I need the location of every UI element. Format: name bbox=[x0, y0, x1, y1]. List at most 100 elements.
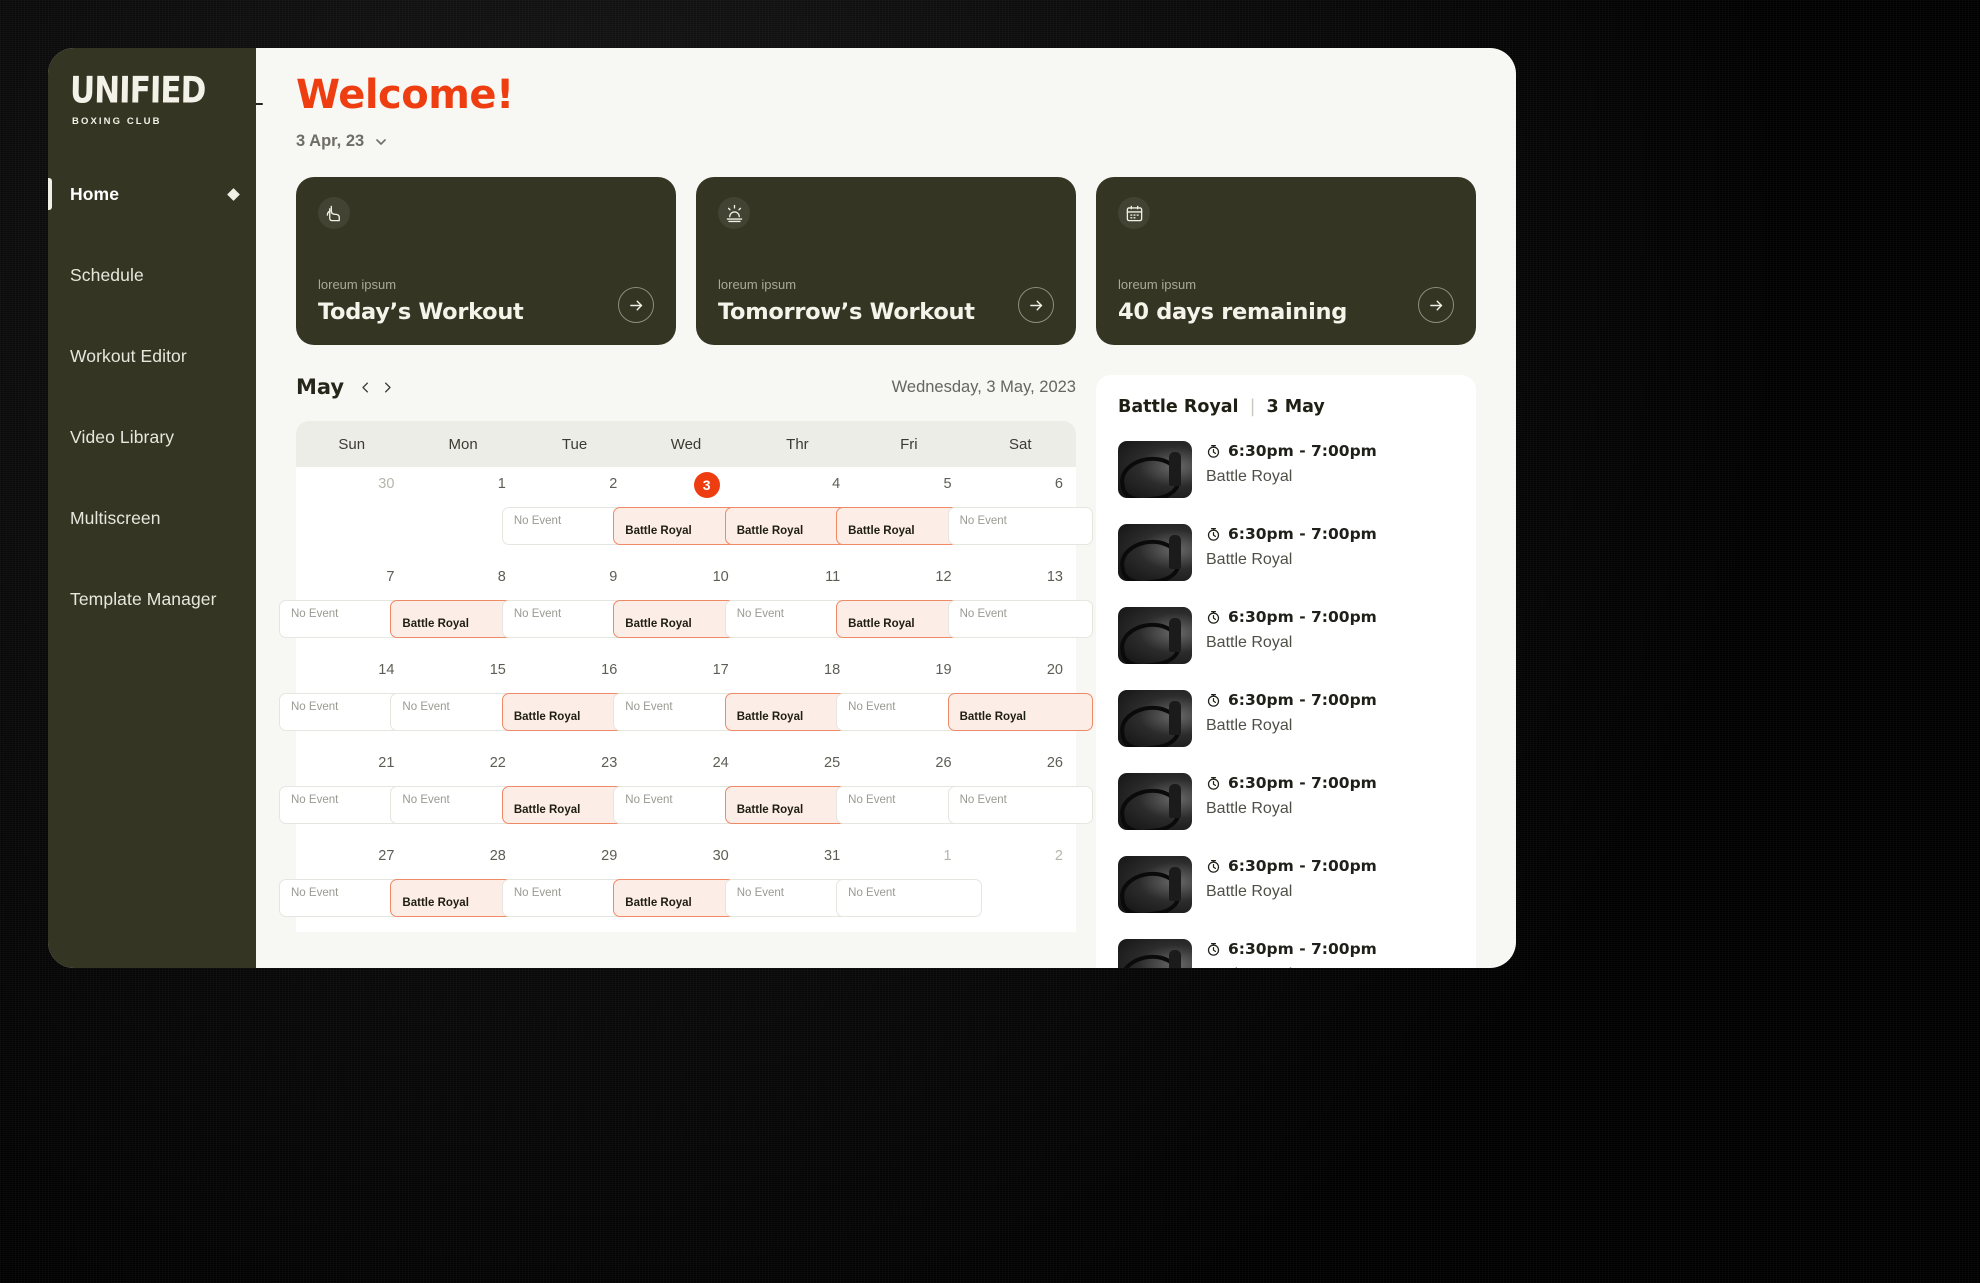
event-name-label: Battle Royal bbox=[1206, 966, 1454, 968]
logo-tagline: BOXING CLUB bbox=[72, 116, 162, 127]
event-panel-date: 3 May bbox=[1266, 397, 1325, 417]
arrow-right-icon bbox=[629, 300, 642, 310]
sidebar-item-video-library[interactable]: Video Library bbox=[48, 416, 256, 458]
main-content: Welcome! 3 Apr, 23 loreum ipsum Today’s … bbox=[256, 48, 1516, 968]
event-meta: 6:30pm - 7:00pm Battle Royal bbox=[1206, 607, 1454, 652]
calendar-day-number: 11 bbox=[825, 569, 841, 585]
calendar-day-cell[interactable]: 1 No Event bbox=[836, 839, 982, 932]
arrow-left-icon bbox=[256, 103, 263, 105]
arrow-right-icon bbox=[1029, 300, 1042, 310]
card-days-remaining[interactable]: loreum ipsum 40 days remaining bbox=[1096, 177, 1476, 345]
weekday-label: Tue bbox=[561, 435, 588, 453]
calendar-day-number: 19 bbox=[935, 662, 952, 678]
event-panel-header: Battle Royal | 3 May bbox=[1096, 397, 1476, 433]
event-name-label: Battle Royal bbox=[1206, 551, 1293, 568]
calendar-day-number: 1 bbox=[943, 848, 952, 864]
calendar-day-number: 2 bbox=[609, 476, 618, 492]
event-list-item[interactable]: 6:30pm - 7:00pm Battle Royal bbox=[1096, 682, 1476, 765]
chevron-right-icon bbox=[385, 382, 391, 392]
calendar-day-number: 17 bbox=[712, 662, 729, 678]
calendar-day-cell[interactable]: 6 No Event bbox=[947, 467, 1093, 560]
calendar-day-number: 12 bbox=[935, 569, 952, 585]
calendar-month-label: May bbox=[296, 375, 345, 399]
calendar-day-cell[interactable]: 20 Battle Royal bbox=[947, 653, 1093, 746]
calendar-day-number: 28 bbox=[489, 848, 506, 864]
clock-icon bbox=[1207, 693, 1220, 707]
calendar-no-event-pill[interactable]: No Event bbox=[947, 507, 1093, 545]
event-list-item[interactable]: 6:30pm - 7:00pm Battle Royal bbox=[1096, 433, 1476, 516]
event-thumbnail bbox=[1118, 939, 1192, 968]
summary-cards: loreum ipsum Today’s Workout loreum ipsu… bbox=[256, 151, 1516, 345]
card-arrow-button[interactable] bbox=[1018, 287, 1054, 323]
calendar-day-number: 18 bbox=[824, 662, 841, 678]
calendar-day-cell[interactable]: 26 No Event bbox=[947, 746, 1093, 839]
weekday-label: Sat bbox=[1009, 435, 1032, 453]
calendar-day-number: 30 bbox=[378, 476, 395, 492]
calendar-week-row: 27 No Event 28 Battle Royal 29 No Event 30 Batt… bbox=[279, 839, 1076, 932]
calendar-day-number: 27 bbox=[378, 848, 395, 864]
sidebar: UNIFIED BOXING CLUB Home Schedule Workou… bbox=[48, 48, 256, 968]
card-todays-workout[interactable]: loreum ipsum Today’s Workout bbox=[296, 177, 676, 345]
calendar-day-number: 8 bbox=[497, 569, 506, 585]
sidebar-item-template-manager[interactable]: Template Manager bbox=[48, 578, 256, 620]
event-list-item[interactable]: 6:30pm - 7:00pm Battle Royal bbox=[1096, 599, 1476, 682]
calendar-selected-date: Wednesday, 3 May, 2023 bbox=[891, 377, 1076, 396]
sidebar-item-label: Template Manager bbox=[70, 588, 217, 609]
calendar-next-button[interactable] bbox=[380, 380, 395, 395]
calendar: May Wednesday, 3 May, 2023 Sun Mon Tue W… bbox=[279, 375, 1093, 968]
event-name-label: Battle Royal bbox=[1206, 883, 1293, 900]
event-list-item[interactable]: 6:30pm - 7:00pm Battle Royal bbox=[1096, 765, 1476, 848]
calendar-week-row: 14 No Event 15 No Event 16 Battle Royal 17 No E… bbox=[279, 653, 1093, 746]
event-list: 6:30pm - 7:00pm Battle Royal 6:30pm - 7:00… bbox=[1096, 433, 1476, 968]
event-list-item[interactable]: 6:30pm - 7:00pm Battle Royal bbox=[1096, 931, 1476, 968]
calendar-day-number: 1 bbox=[497, 476, 506, 492]
calendar-day-number: 4 bbox=[832, 476, 841, 492]
card-arrow-button[interactable] bbox=[1418, 287, 1454, 323]
bicep-icon bbox=[318, 197, 350, 229]
event-list-item[interactable]: 6:30pm - 7:00pm Battle Royal bbox=[1096, 848, 1476, 931]
calendar-day-number: 23 bbox=[601, 755, 618, 771]
brand-logo: UNIFIED BOXING CLUB bbox=[48, 69, 256, 127]
calendar-day-cell[interactable]: 30 bbox=[296, 467, 407, 560]
calendar-weekday-header: Sun Mon Tue Wed Thr Fri Sat bbox=[296, 421, 1076, 467]
card-title: 40 days remaining bbox=[1118, 299, 1348, 325]
calendar-day-number: 30 bbox=[712, 848, 729, 864]
event-thumbnail bbox=[1118, 856, 1192, 913]
calendar-no-event-pill[interactable]: No Event bbox=[836, 879, 982, 917]
weekday-label: Wed bbox=[670, 435, 702, 453]
calendar-day-number: 20 bbox=[1046, 662, 1063, 678]
sidebar-item-workout-editor[interactable]: Workout Editor bbox=[48, 335, 256, 377]
event-thumbnail bbox=[1118, 773, 1192, 830]
card-arrow-button[interactable] bbox=[618, 287, 654, 323]
clock-icon bbox=[1207, 942, 1220, 956]
card-tomorrows-workout[interactable]: loreum ipsum Tomorrow’s Workout bbox=[696, 177, 1076, 345]
logo-wordmark: UNIFIED bbox=[69, 69, 206, 113]
sidebar-item-schedule[interactable]: Schedule bbox=[48, 254, 256, 296]
event-time-label: 6:30pm - 7:00pm bbox=[1228, 857, 1377, 875]
event-meta: 6:30pm - 7:00pm Battle Royal bbox=[1206, 773, 1454, 818]
calendar-day-number: 6 bbox=[1054, 476, 1063, 492]
calendar-no-event-pill[interactable]: No Event bbox=[947, 786, 1093, 824]
calendar-prev-button[interactable] bbox=[358, 380, 373, 395]
weekday-label: Fri bbox=[900, 435, 918, 453]
event-meta: 6:30pm - 7:00pm Battle Royal bbox=[1206, 939, 1454, 968]
card-subtitle: loreum ipsum bbox=[318, 277, 397, 292]
sidebar-item-multiscreen[interactable]: Multiscreen bbox=[48, 497, 256, 539]
calendar-day-number: 29 bbox=[601, 848, 618, 864]
calendar-day-number: 2 bbox=[1054, 848, 1063, 864]
event-thumbnail bbox=[1118, 607, 1192, 664]
calendar-day-number: 14 bbox=[378, 662, 395, 678]
back-button[interactable] bbox=[256, 78, 280, 130]
calendar-event-pill[interactable]: Battle Royal bbox=[947, 693, 1093, 731]
calendar-no-event-pill[interactable]: No Event bbox=[947, 600, 1093, 638]
event-list-item[interactable]: 6:30pm - 7:00pm Battle Royal bbox=[1096, 516, 1476, 599]
sidebar-item-label: Home bbox=[70, 183, 120, 204]
calendar-day-cell[interactable]: 13 No Event bbox=[947, 560, 1093, 653]
page-header: Welcome! 3 Apr, 23 bbox=[256, 48, 1516, 151]
date-selector[interactable]: 3 Apr, 23 bbox=[296, 132, 1516, 151]
calendar-day-today: 3 bbox=[693, 472, 720, 498]
weekday-label: Mon bbox=[448, 435, 478, 453]
event-time-row: 6:30pm - 7:00pm bbox=[1206, 857, 1454, 875]
sidebar-item-home[interactable]: Home bbox=[48, 173, 256, 215]
calendar-day-number: 25 bbox=[824, 755, 841, 771]
